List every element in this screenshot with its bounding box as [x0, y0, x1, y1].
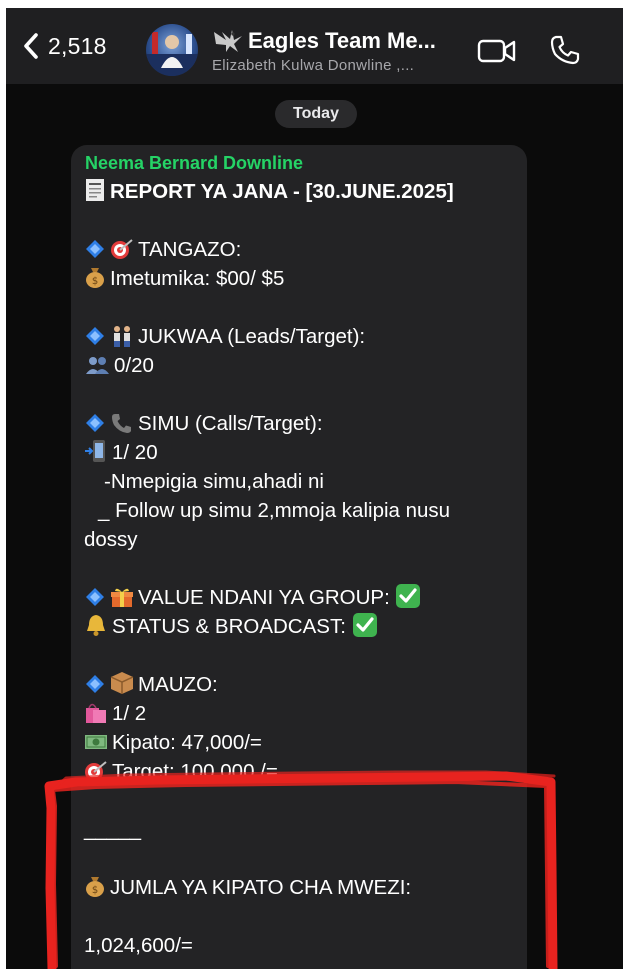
message-line: 0/20: [84, 351, 520, 380]
check-mark-icon: [396, 584, 421, 608]
group-title: Eagles Team Me...: [248, 28, 436, 53]
message-line: _ Follow up simu 2,mmoja kalipia nusu: [98, 499, 451, 522]
receipt-icon: [86, 179, 104, 201]
message-line: 1/ 20: [84, 438, 520, 467]
message-text: REPORT YA JANA - [30.JUNE.2025] TANGAZO:: [84, 177, 520, 960]
check-mark-icon: [352, 613, 377, 637]
eagle-icon: [214, 30, 242, 52]
message-line: Target: 100,000 /=: [84, 757, 520, 786]
message-bubble[interactable]: Neema Bernard Downline REPORT YA JANA - …: [71, 145, 527, 969]
date-separator: Today: [275, 100, 357, 128]
mobile-phone-arrow-icon: [85, 440, 105, 462]
target-dart-icon: [111, 239, 133, 259]
message-line: STATUS & BROADCAST:: [84, 612, 520, 641]
svg-text:$: $: [92, 885, 98, 896]
sender-name[interactable]: Neema Bernard Downline: [85, 153, 303, 174]
group-info[interactable]: Eagles Team Me... Elizabeth Kulwa Donwli…: [212, 26, 462, 74]
blue-diamond-icon: [86, 327, 104, 345]
blue-diamond-icon: [86, 240, 104, 258]
shopping-bags-icon: [86, 703, 106, 723]
message-line: dossy: [84, 528, 138, 551]
message-line: $ JUMLA YA KIPATO CHA MWEZI:: [84, 873, 520, 902]
dollar-banknote-icon: [85, 735, 107, 749]
back-button[interactable]: 2,518: [22, 32, 107, 60]
message-line: TANGAZO:: [84, 235, 520, 264]
bell-icon: [87, 615, 105, 636]
group-avatar[interactable]: [146, 24, 198, 76]
voice-call-button[interactable]: [549, 34, 581, 71]
message-line: MAUZO:: [84, 670, 520, 699]
target-dart-icon: [85, 761, 107, 781]
unread-count: 2,518: [48, 32, 107, 59]
video-call-button[interactable]: [477, 38, 517, 69]
chevron-left-icon: [24, 33, 38, 59]
people-holding-hands-icon: [114, 326, 130, 347]
money-bag-icon: $: [86, 268, 104, 288]
blue-diamond-icon: [86, 675, 104, 693]
chat-screen: 2,518 Eagles Team Me... Elizabeth Kulwa …: [6, 8, 623, 969]
group-subtitle: Elizabeth Kulwa Donwline ,...: [212, 57, 415, 74]
money-bag-icon: $: [86, 877, 104, 897]
message-line: JUKWAA (Leads/Target):: [84, 322, 520, 351]
chat-header: 2,518 Eagles Team Me... Elizabeth Kulwa …: [6, 8, 623, 84]
gift-icon: [111, 588, 133, 607]
blue-diamond-icon: [86, 414, 104, 432]
video-call-icon: [477, 39, 516, 63]
message-line: -Nmepigia simu,ahadi ni: [104, 470, 324, 493]
package-icon: [110, 672, 134, 694]
message-line: VALUE NDANI YA GROUP:: [84, 583, 520, 612]
blue-diamond-icon: [86, 588, 104, 606]
svg-text:$: $: [92, 276, 98, 287]
message-line: 1/ 2: [84, 699, 520, 728]
message-line: REPORT YA JANA - [30.JUNE.2025]: [84, 177, 520, 206]
people-silhouette-icon: [86, 357, 109, 374]
message-line: Kipato: 47,000/=: [84, 728, 520, 757]
message-line: $ Imetumika: $00/ $5: [84, 264, 520, 293]
message-line: _____: [84, 818, 142, 841]
message-line: 1,024,600/=: [84, 934, 193, 957]
phone-icon: [550, 35, 580, 65]
message-line: SIMU (Calls/Target):: [84, 409, 520, 438]
telephone-receiver-icon: [112, 414, 131, 433]
